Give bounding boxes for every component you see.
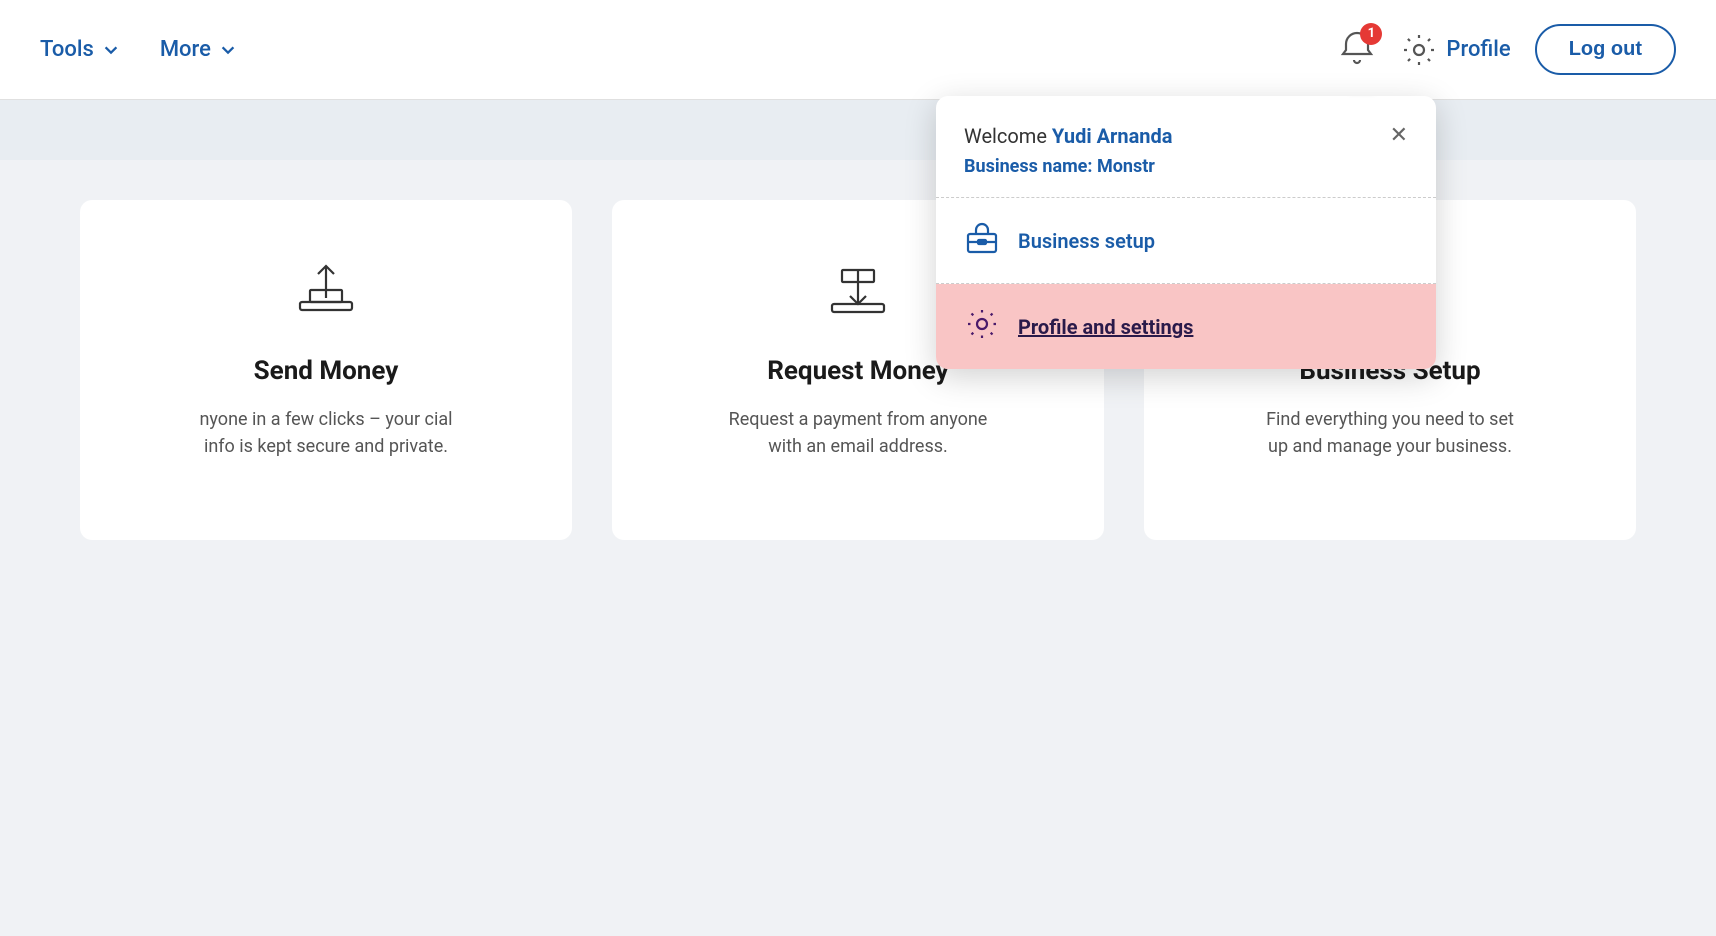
header-nav: Tools More [40,37,1338,62]
welcome-prefix: Welcome [964,124,1052,148]
logout-button[interactable]: Log out [1535,24,1676,75]
gear-icon-menu [964,306,1000,347]
send-money-title: Send Money [254,356,399,386]
briefcase-icon [964,220,1000,261]
more-menu[interactable]: More [160,37,237,62]
profile-settings-label: Profile and settings [1018,315,1193,339]
notification-badge: 1 [1360,23,1382,45]
request-money-title: Request Money [767,356,949,386]
popup-welcome: Welcome Yudi Arnanda [964,124,1172,148]
tools-menu[interactable]: Tools [40,37,120,62]
popup-business: Business name: Monstr [964,156,1172,177]
tools-label: Tools [40,37,94,62]
business-label: Business name: [964,156,1092,177]
gear-icon-header [1400,31,1438,69]
sub-header [0,100,1716,160]
popup-header: Welcome Yudi Arnanda Business name: Mons… [936,96,1436,197]
popup-welcome-section: Welcome Yudi Arnanda Business name: Mons… [964,124,1172,177]
header-actions: 1 Profile Log out [1338,24,1676,75]
header: Tools More 1 Profile Log out [0,0,1716,100]
business-setup-menu-item[interactable]: Business setup [936,198,1436,283]
chevron-down-icon-more [219,41,237,59]
send-money-card: Send Money nyone in a few clicks – your … [80,200,572,540]
profile-label: Profile [1446,37,1510,62]
business-setup-desc: Find everything you need to set up and m… [1260,406,1520,460]
more-label: More [160,37,211,62]
notification-bell[interactable]: 1 [1338,29,1376,71]
request-money-icon [822,260,894,336]
business-setup-label: Business setup [1018,229,1155,253]
chevron-down-icon [102,41,120,59]
main-content: Send Money nyone in a few clicks – your … [0,160,1716,580]
send-money-desc: nyone in a few clicks – your cial info i… [196,406,456,460]
profile-dropdown: Welcome Yudi Arnanda Business name: Mons… [936,96,1436,369]
profile-settings-menu-item[interactable]: Profile and settings [936,284,1436,369]
profile-button[interactable]: Profile [1400,31,1510,69]
close-button[interactable]: ✕ [1390,124,1408,146]
business-name: Monstr [1097,156,1155,177]
send-money-icon [290,260,362,336]
user-name: Yudi Arnanda [1052,124,1173,148]
request-money-desc: Request a payment from anyone with an em… [728,406,988,460]
